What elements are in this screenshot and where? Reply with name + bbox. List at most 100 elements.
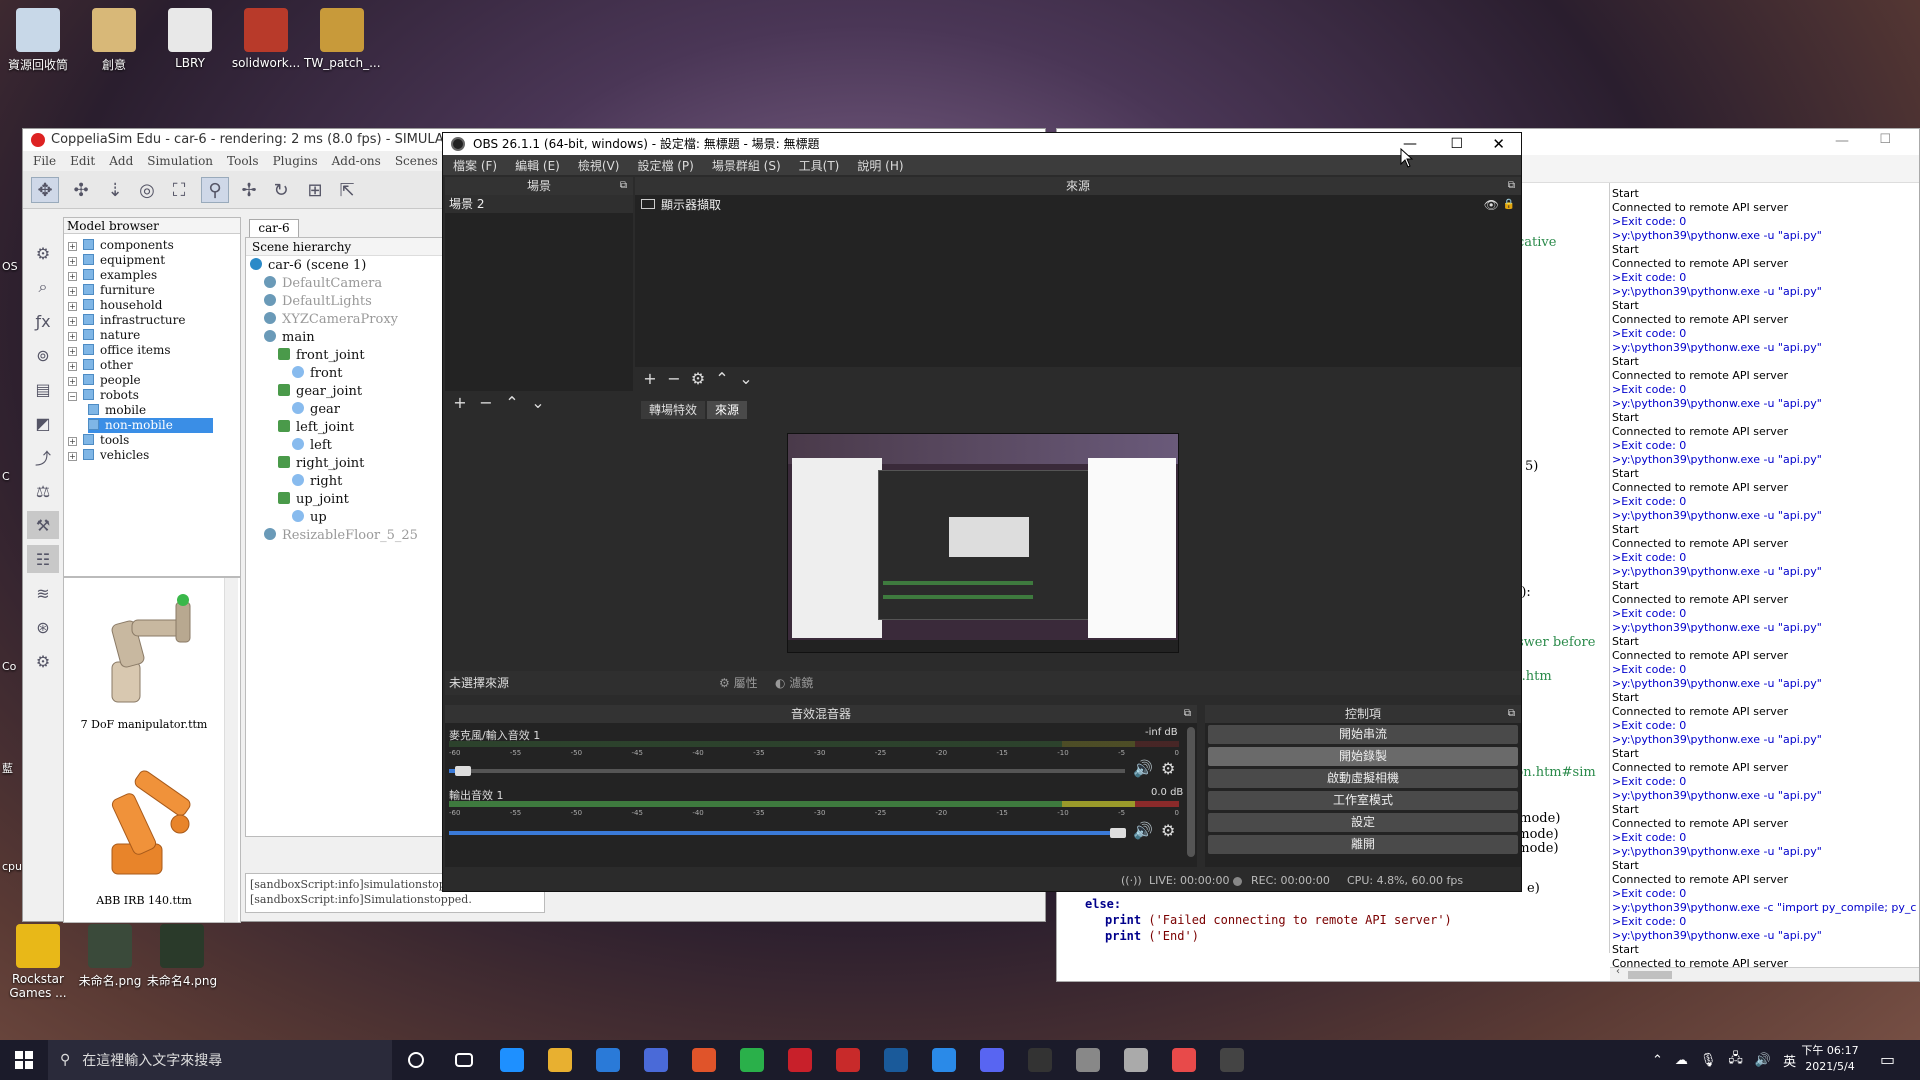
scene-object[interactable]: right [292, 474, 342, 489]
scene-object[interactable]: gear_joint [278, 384, 362, 399]
mic-icon[interactable]: 🎙 [1700, 1053, 1717, 1068]
expand-icon[interactable]: + [68, 302, 77, 311]
control-button[interactable]: 離開 [1208, 835, 1518, 854]
desktop-icon[interactable]: 創意 [76, 8, 152, 73]
source-properties-icon[interactable]: ⚙ [687, 367, 709, 389]
collections-icon[interactable]: ⊚ [27, 341, 59, 369]
visibility-eye-icon[interactable]: 👁 [1484, 195, 1499, 215]
menu-item[interactable]: Tools [227, 154, 259, 168]
fit-view-icon[interactable]: ⛶ [165, 177, 193, 203]
desktop-icon[interactable]: LBRY [152, 8, 228, 70]
model-folder[interactable]: + people [68, 373, 141, 388]
control-button[interactable]: 啟動虛擬相機 [1208, 769, 1518, 788]
model-folder[interactable]: + examples [68, 268, 157, 283]
zoom-icon[interactable]: ⌕ [27, 273, 59, 301]
add-scene-icon[interactable]: + [449, 391, 471, 413]
expand-icon[interactable]: + [68, 362, 77, 371]
assemble-icon[interactable]: ⊞ [301, 177, 329, 203]
pane-divider[interactable] [1609, 183, 1610, 953]
scroll-thumb[interactable] [1628, 971, 1672, 979]
scene-object[interactable]: gear [292, 402, 340, 417]
scene-object[interactable]: up [292, 510, 327, 525]
model-browser-icon[interactable]: ⚒ [27, 511, 59, 539]
scene-object[interactable]: front [292, 366, 342, 381]
transfer-icon[interactable]: ⇱ [333, 177, 361, 203]
thumbnails-scrollbar[interactable] [224, 578, 238, 922]
rotate-camera-icon[interactable]: ✣ [67, 177, 95, 203]
scene-object[interactable]: XYZCameraProxy [264, 312, 398, 327]
menu-item[interactable]: Plugins [273, 154, 318, 168]
dock-float-icon[interactable]: ⧉ [1508, 177, 1515, 195]
expand-icon[interactable]: + [68, 437, 77, 446]
network-icon[interactable]: 🖧 [1728, 1049, 1743, 1071]
search-box[interactable]: ⚲ 在這裡輸入文字來搜尋 [48, 1040, 392, 1080]
scene-object[interactable]: left_joint [278, 420, 354, 435]
menu-item[interactable]: 檢視(V) [578, 157, 620, 174]
mixer-scrollbar[interactable] [1187, 727, 1195, 857]
control-button[interactable]: 開始錄製 [1208, 747, 1518, 766]
camera-angle-icon[interactable]: ◎ [133, 177, 161, 203]
scene-hierarchy-icon[interactable]: ☷ [27, 545, 59, 573]
expand-icon[interactable]: + [68, 272, 77, 281]
scene-object[interactable]: main [264, 330, 315, 345]
move-up-icon[interactable]: ⌃ [501, 391, 523, 413]
desktop-slider-thumb[interactable] [1110, 828, 1127, 838]
taskbar-app[interactable] [1016, 1040, 1064, 1080]
expand-icon[interactable]: + [68, 287, 77, 296]
source-item[interactable]: 顯示器擷取 👁 🔒 [635, 195, 1521, 215]
model-folder[interactable]: + infrastructure [68, 313, 185, 328]
taskbar-app[interactable] [1208, 1040, 1256, 1080]
desktop-icon[interactable]: solidwork... [228, 8, 304, 70]
menu-item[interactable]: 編輯 (E) [515, 157, 560, 174]
taskbar-app[interactable] [872, 1040, 920, 1080]
mic-mute-speaker-icon[interactable]: 🔊 [1133, 759, 1153, 778]
output-hscrollbar[interactable]: ‹ [1610, 966, 1919, 981]
user-settings-icon[interactable]: ⚙ [27, 647, 59, 675]
model-folder[interactable]: − robots [68, 388, 139, 403]
tray-chevron-icon[interactable]: ⌃ [1652, 1053, 1663, 1068]
remove-scene-icon[interactable]: − [475, 391, 497, 413]
rotate-object-icon[interactable]: ↻ [267, 177, 295, 203]
taskbar-app[interactable] [680, 1040, 728, 1080]
model-folder[interactable]: + household [68, 298, 162, 313]
lock-icon[interactable]: 🔒 [1503, 195, 1515, 215]
layers-icon[interactable]: ≋ [27, 579, 59, 607]
expand-icon[interactable]: + [68, 242, 77, 251]
scene-object[interactable]: up_joint [278, 492, 349, 507]
desktop-mute-speaker-icon[interactable]: 🔊 [1133, 821, 1153, 840]
desktop-settings-icon[interactable]: ⚙ [1161, 821, 1175, 840]
tab-car-6[interactable]: car-6 [249, 219, 299, 237]
shapes-icon[interactable]: ◩ [27, 409, 59, 437]
dock-float-icon[interactable]: ⧉ [1508, 705, 1515, 723]
model-folder[interactable]: + components [68, 238, 174, 253]
maximize-icon[interactable]: ☐ [1879, 132, 1891, 147]
taskbar-app[interactable] [920, 1040, 968, 1080]
desktop-icon[interactable]: 資源回收筒 [0, 8, 76, 73]
scene-object[interactable]: DefaultLights [264, 294, 372, 309]
menu-item[interactable]: 場景群組 (S) [712, 157, 781, 174]
move-up-icon[interactable]: ⌃ [711, 367, 733, 389]
control-button[interactable]: 設定 [1208, 813, 1518, 832]
scene-object[interactable]: ResizableFloor_5_25 [264, 528, 418, 543]
dock-float-icon[interactable]: ⧉ [620, 177, 627, 195]
taskbar-app[interactable] [1160, 1040, 1208, 1080]
menu-item[interactable]: Simulation [147, 154, 213, 168]
cloud-icon[interactable]: ☁ [1675, 1053, 1688, 1068]
expand-icon[interactable]: − [68, 392, 77, 401]
menu-item[interactable]: 檔案 (F) [453, 157, 497, 174]
select-icon[interactable]: ⚲ [201, 177, 229, 203]
shift-camera-icon[interactable]: ⇣ [101, 177, 129, 203]
control-button[interactable]: 開始串流 [1208, 725, 1518, 744]
taskbar-app[interactable] [584, 1040, 632, 1080]
start-button[interactable] [0, 1040, 48, 1080]
video-recorder-icon[interactable]: ⊛ [27, 613, 59, 641]
control-button[interactable]: 工作室模式 [1208, 791, 1518, 810]
scroll-left-icon[interactable]: ‹ [1616, 966, 1620, 977]
desktop-icon[interactable]: 未命名.png [72, 924, 148, 989]
mic-volume-slider[interactable] [449, 766, 1125, 776]
abb-irb140-thumb[interactable] [82, 744, 212, 884]
model-folder[interactable]: + nature [68, 328, 140, 343]
menu-item[interactable]: Edit [70, 154, 95, 168]
scripts-icon[interactable]: ▤ [27, 375, 59, 403]
move-down-icon[interactable]: ⌄ [735, 367, 757, 389]
